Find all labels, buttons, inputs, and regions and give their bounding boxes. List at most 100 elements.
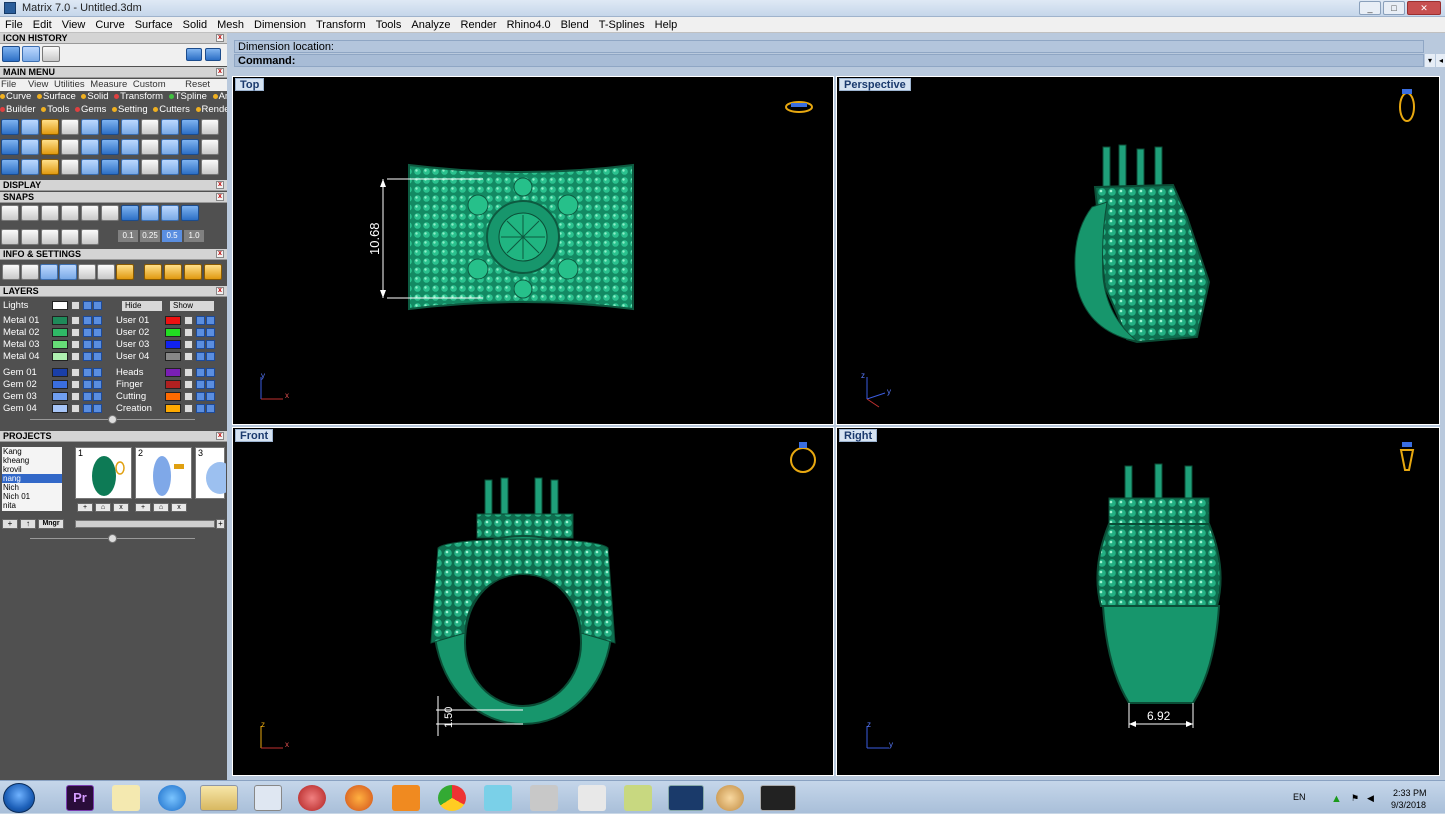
tool-button-icon[interactable] [41, 205, 59, 221]
chrome-icon[interactable] [438, 785, 466, 811]
tool-button-icon[interactable] [181, 119, 199, 135]
layer-color-swatch[interactable] [52, 392, 68, 401]
layer-row[interactable]: Gem 03 [3, 391, 107, 402]
manager-button[interactable]: Mngr [38, 519, 64, 529]
layer-color-swatch[interactable] [165, 316, 181, 325]
cat-solid[interactable]: Solid [81, 91, 109, 102]
project-item[interactable]: Nich [2, 483, 62, 492]
tool-button-icon[interactable] [78, 264, 96, 280]
layer-color-swatch[interactable] [52, 328, 68, 337]
menu-render[interactable]: Render [456, 17, 502, 32]
layer-color-swatch[interactable] [165, 340, 181, 349]
layer-row[interactable]: Heads [116, 367, 220, 378]
tool-button-icon[interactable] [81, 159, 99, 175]
tab-file[interactable]: File [1, 79, 16, 90]
layer-toggle[interactable] [206, 392, 215, 401]
layer-toggle[interactable] [83, 368, 92, 377]
layer-toggle[interactable] [196, 380, 205, 389]
add-project-button[interactable]: + [2, 519, 18, 529]
lock-icon[interactable] [71, 352, 80, 361]
layer-toggle[interactable] [93, 380, 102, 389]
tool-button-icon[interactable] [61, 229, 79, 245]
hide-button[interactable]: Hide [122, 301, 162, 311]
layer-color-swatch[interactable] [165, 392, 181, 401]
tool-button-icon[interactable] [201, 119, 219, 135]
tool-button-icon[interactable] [2, 264, 20, 280]
layer-row[interactable]: User 02 [116, 327, 220, 338]
layer-toggle[interactable] [206, 340, 215, 349]
cat-cutters[interactable]: Cutters [153, 104, 190, 115]
tool-button-icon[interactable] [1, 229, 19, 245]
tool-button-icon[interactable] [144, 264, 162, 280]
tool-button-icon[interactable] [204, 264, 222, 280]
history-tool-icon[interactable] [2, 46, 20, 62]
cat-gems[interactable]: Gems [75, 104, 106, 115]
tool-button-icon[interactable] [141, 139, 159, 155]
snap-value-button[interactable]: 0.25 [140, 230, 160, 242]
layer-row[interactable]: Metal 02 [3, 327, 107, 338]
layer-color-swatch[interactable] [165, 380, 181, 389]
tool-button-icon[interactable] [41, 139, 59, 155]
tool-button-icon[interactable] [59, 264, 77, 280]
media-player-icon[interactable] [392, 785, 420, 811]
project-item[interactable]: nita [2, 501, 62, 510]
cat-curve[interactable]: Curve [0, 91, 31, 102]
project-thumbnail[interactable]: 3 [195, 447, 234, 499]
tab-custom[interactable]: Custom [133, 79, 166, 90]
tool-button-icon[interactable] [101, 159, 119, 175]
layer-row[interactable]: Finger [116, 379, 220, 390]
thumb-action-button[interactable]: ⌂ [95, 503, 111, 512]
layer-color-swatch[interactable] [165, 352, 181, 361]
layer-color-swatch[interactable] [52, 404, 68, 413]
cat-surface[interactable]: Surface [36, 91, 76, 102]
project-list[interactable]: Kang kheang krovil nang Nich Nich 01 nit… [2, 447, 62, 511]
snipping-tool-icon[interactable] [298, 785, 326, 811]
close-icon[interactable]: x [216, 287, 224, 295]
forward-arrow-icon[interactable] [205, 48, 221, 61]
project-item[interactable]: Kang [2, 447, 62, 456]
tool-button-icon[interactable] [161, 205, 179, 221]
tool-button-icon[interactable] [61, 159, 79, 175]
volume-icon[interactable]: ◀ [1367, 793, 1374, 804]
close-button[interactable]: ✕ [1407, 1, 1441, 15]
project-item[interactable]: krovil [2, 465, 62, 474]
lock-icon[interactable] [71, 392, 80, 401]
tool-button-icon[interactable] [121, 205, 139, 221]
tab-view[interactable]: View [28, 79, 48, 90]
layer-color-swatch[interactable] [165, 368, 181, 377]
clock-time[interactable]: 2:33 PM [1393, 788, 1427, 798]
layer-row[interactable]: User 04 [116, 351, 220, 362]
maximize-button[interactable]: □ [1383, 1, 1405, 15]
cat-tools[interactable]: Tools [41, 104, 69, 115]
menu-edit[interactable]: Edit [28, 17, 57, 32]
tool-button-icon[interactable] [141, 159, 159, 175]
layer-color-swatch[interactable] [52, 380, 68, 389]
lock-icon[interactable] [184, 340, 193, 349]
lock-icon[interactable] [184, 368, 193, 377]
lock-icon[interactable] [71, 340, 80, 349]
reset-button[interactable]: Reset [185, 79, 210, 90]
notes-icon[interactable] [112, 785, 140, 811]
lights-layer[interactable]: Lights [3, 300, 103, 311]
tool-icon[interactable] [530, 785, 558, 811]
lock-icon[interactable] [71, 380, 80, 389]
layer-toggle[interactable] [93, 328, 102, 337]
layer-toggle[interactable] [93, 404, 102, 413]
menu-file[interactable]: File [0, 17, 28, 32]
layer-row[interactable]: Cutting [116, 391, 220, 402]
show-button[interactable]: Show [170, 301, 214, 311]
thumb-action-button[interactable]: + [135, 503, 151, 512]
lock-icon[interactable] [71, 316, 80, 325]
viewport-top[interactable]: Top 10.68 y x [232, 76, 834, 425]
layer-toggle[interactable] [93, 340, 102, 349]
tool-button-icon[interactable] [61, 139, 79, 155]
menu-tools[interactable]: Tools [371, 17, 407, 32]
tool-button-icon[interactable] [21, 139, 39, 155]
menu-solid[interactable]: Solid [178, 17, 212, 32]
tool-button-icon[interactable] [21, 229, 39, 245]
layer-toggle[interactable] [196, 340, 205, 349]
tool-button-icon[interactable] [201, 159, 219, 175]
command-input[interactable]: Command: [234, 54, 1424, 67]
menu-help[interactable]: Help [650, 17, 683, 32]
history-tool-icon[interactable] [42, 46, 60, 62]
